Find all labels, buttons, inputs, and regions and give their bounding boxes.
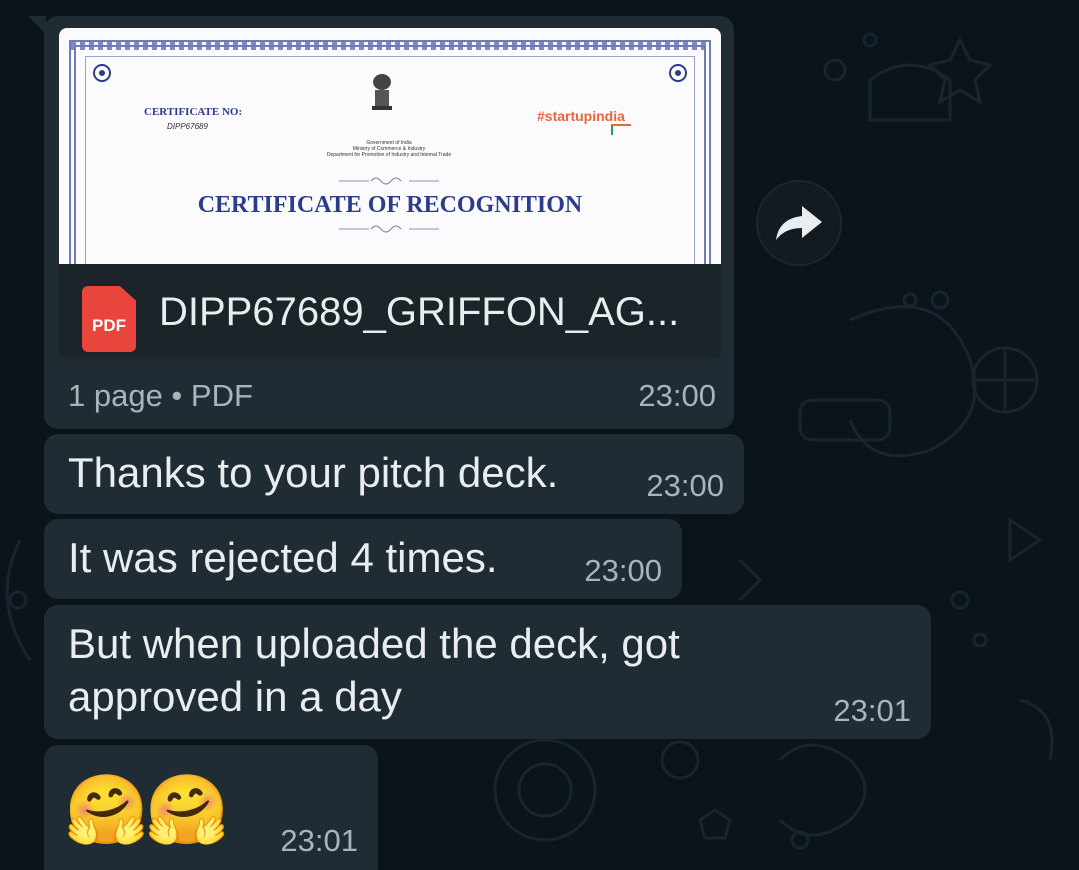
emoji-message-bubble[interactable]: 🤗🤗 23:01 xyxy=(44,745,378,870)
startupindia-logo: #startupindia xyxy=(537,108,625,124)
message-text: It was rejected 4 times. xyxy=(68,534,498,581)
startupindia-flag-icon xyxy=(611,124,631,135)
certificate-number-label: CERTIFICATE NO: xyxy=(144,106,243,118)
certificate-number-value: DIPP67689 xyxy=(167,122,208,131)
bubble-tail xyxy=(28,16,46,34)
document-message-bubble[interactable]: CERTIFICATE NO: DIPP67689 Government of … xyxy=(28,16,734,429)
file-name: DIPP67689_GRIFFON_AG... xyxy=(159,290,680,334)
hugging-face-emoji: 🤗🤗 xyxy=(64,771,229,850)
flourish-top-icon xyxy=(339,177,439,185)
message-bubble[interactable]: Thanks to your pitch deck. 23:00 xyxy=(44,434,744,514)
message-text: Thanks to your pitch deck. xyxy=(68,449,559,496)
message-bubble[interactable]: It was rejected 4 times. 23:00 xyxy=(44,519,682,599)
national-emblem-icon xyxy=(372,74,392,110)
message-timestamp: 23:00 xyxy=(638,378,716,413)
message-timestamp: 23:01 xyxy=(280,823,358,858)
file-meta: 1 page • PDF xyxy=(68,378,253,413)
message-text-line2: approved in a day xyxy=(68,673,402,720)
forward-button[interactable] xyxy=(756,180,842,266)
message-timestamp: 23:00 xyxy=(646,468,724,503)
certificate-title: CERTIFICATE OF RECOGNITION xyxy=(197,192,583,218)
corner-ornament-icon xyxy=(93,64,111,82)
message-bubble[interactable]: But when uploaded the deck, got approved… xyxy=(44,605,931,739)
message-timestamp: 23:00 xyxy=(584,553,662,588)
pdf-badge-label: PDF xyxy=(92,316,126,335)
pdf-preview-thumbnail[interactable]: CERTIFICATE NO: DIPP67689 Government of … xyxy=(59,28,721,264)
pdf-file-icon: PDF xyxy=(82,286,136,352)
flourish-bottom-icon xyxy=(339,225,439,233)
corner-ornament-icon xyxy=(669,64,687,82)
message-text-line1: But when uploaded the deck, got xyxy=(68,620,680,667)
forward-arrow-icon xyxy=(776,206,822,240)
pdf-file-row[interactable]: PDF DIPP67689_GRIFFON_AG... xyxy=(59,264,721,359)
message-timestamp: 23:01 xyxy=(833,693,911,728)
government-header: Government of India Ministry of Commerce… xyxy=(326,140,452,158)
